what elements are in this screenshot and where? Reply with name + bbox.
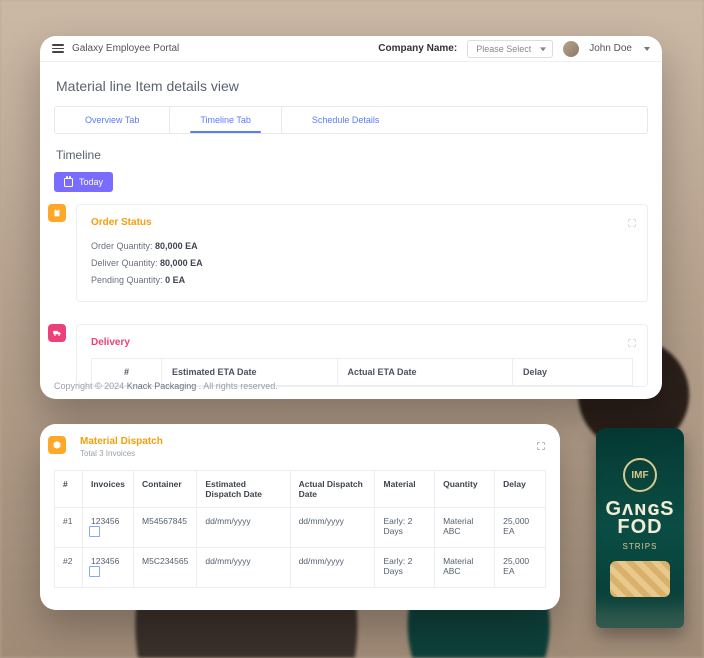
product-pouch: IMF GʌɴɢS FOD STRIPS [596, 428, 684, 628]
footer-company-link[interactable]: Knack Packaging [127, 381, 197, 391]
cell-qty: Material ABC [435, 548, 495, 588]
cell-est: dd/mm/yyyy [197, 548, 290, 588]
company-label: Company Name: [378, 43, 457, 54]
tab-schedule[interactable]: Schedule Details [282, 107, 410, 133]
menu-icon[interactable] [52, 44, 64, 53]
cell-delay: 25,000 EA [495, 548, 546, 588]
footer-suffix: . All rights reserved. [199, 381, 278, 391]
timeline-dot-order-status [48, 204, 66, 222]
clipboard-icon [52, 208, 62, 218]
cell-material: Early: 2 Days [375, 508, 435, 548]
table-header-row: # Invoices Container Estimated Dispatch … [55, 471, 546, 508]
company-select[interactable]: Please Select [467, 40, 553, 58]
calendar-icon [64, 178, 73, 187]
col-delay: Delay [495, 471, 546, 508]
delivery-panel: Delivery # Estimated ETA Date Actual ETA… [76, 324, 648, 387]
cell-num: #2 [55, 548, 83, 588]
col-invoices: Invoices [83, 471, 134, 508]
col-act: Actual Dispatch Date [290, 471, 375, 508]
cell-act: dd/mm/yyyy [290, 548, 375, 588]
timeline-dot-dispatch [48, 436, 66, 454]
table-row: #2 123456 M5C234565 dd/mm/yyyy dd/mm/yyy… [55, 548, 546, 588]
order-status-panel: Order Status Order Quantity: 80,000 EA D… [76, 204, 648, 302]
today-button-label: Today [79, 177, 103, 187]
pouch-badge: IMF [623, 458, 657, 492]
timeline-heading: Timeline [56, 148, 646, 162]
cell-material: Early: 2 Days [375, 548, 435, 588]
page-title: Material line Item details view [56, 78, 646, 94]
app-topbar: Galaxy Employee Portal Company Name: Ple… [40, 36, 662, 62]
expand-icon[interactable] [627, 335, 637, 345]
col-num: # [55, 471, 83, 508]
delivery-title: Delivery [91, 337, 633, 348]
copy-icon[interactable] [91, 568, 100, 577]
pouch-sub: STRIPS [623, 542, 658, 551]
invoice-number: 123456 [91, 516, 119, 526]
avatar[interactable] [563, 41, 579, 57]
timeline-dot-delivery [48, 324, 66, 342]
invoice-number: 123456 [91, 556, 119, 566]
col-delay: Delay [513, 359, 633, 386]
deliver-qty-label: Deliver Quantity: [91, 258, 158, 268]
app-title: Galaxy Employee Portal [72, 43, 179, 54]
cell-invoice[interactable]: 123456 [83, 548, 134, 588]
dispatch-title: Material Dispatch [80, 436, 546, 447]
pending-qty-value: 0 EA [165, 275, 185, 285]
user-name[interactable]: John Doe [589, 43, 632, 54]
col-container: Container [134, 471, 197, 508]
col-qty: Quantity [435, 471, 495, 508]
cell-est: dd/mm/yyyy [197, 508, 290, 548]
footer-prefix: Copyright © 2024 [54, 381, 127, 391]
pouch-brand: GʌɴɢS FOD [605, 500, 674, 536]
copy-icon[interactable] [91, 528, 100, 537]
col-act: Actual ETA Date [338, 359, 514, 386]
today-button[interactable]: Today [54, 172, 113, 192]
expand-icon[interactable] [627, 215, 637, 225]
order-qty-row: Order Quantity: 80,000 EA [91, 238, 633, 255]
expand-icon[interactable] [536, 438, 546, 456]
col-material: Material [375, 471, 435, 508]
dispatch-table: # Invoices Container Estimated Dispatch … [54, 470, 546, 588]
col-est: Estimated Dispatch Date [197, 471, 290, 508]
cell-container: M54567845 [134, 508, 197, 548]
table-row: #1 123456 M54567845 dd/mm/yyyy dd/mm/yyy… [55, 508, 546, 548]
tab-timeline[interactable]: Timeline Tab [170, 107, 282, 133]
deliver-qty-row: Deliver Quantity: 80,000 EA [91, 255, 633, 272]
portal-card: Galaxy Employee Portal Company Name: Ple… [40, 36, 662, 399]
tab-overview[interactable]: Overview Tab [55, 107, 170, 133]
dispatch-card: Material Dispatch Total 3 Invoices # Inv… [40, 424, 560, 610]
cell-num: #1 [55, 508, 83, 548]
pending-qty-label: Pending Quantity: [91, 275, 163, 285]
cell-invoice[interactable]: 123456 [83, 508, 134, 548]
pouch-window [610, 561, 670, 597]
pending-qty-row: Pending Quantity: 0 EA [91, 272, 633, 289]
cell-container: M5C234565 [134, 548, 197, 588]
truck-icon [52, 328, 62, 338]
tabs: Overview Tab Timeline Tab Schedule Detai… [54, 106, 648, 134]
footer: Copyright © 2024 Knack Packaging . All r… [54, 381, 278, 391]
cell-act: dd/mm/yyyy [290, 508, 375, 548]
box-icon [52, 440, 62, 450]
order-qty-value: 80,000 EA [155, 241, 198, 251]
cell-delay: 25,000 EA [495, 508, 546, 548]
cell-qty: Material ABC [435, 508, 495, 548]
deliver-qty-value: 80,000 EA [160, 258, 203, 268]
order-status-title: Order Status [91, 217, 633, 228]
company-select-value: Please Select [476, 44, 531, 54]
dispatch-subtitle: Total 3 Invoices [80, 449, 546, 458]
chevron-down-icon[interactable] [644, 47, 650, 51]
order-qty-label: Order Quantity: [91, 241, 153, 251]
pouch-brand-line2: FOD [605, 518, 674, 536]
